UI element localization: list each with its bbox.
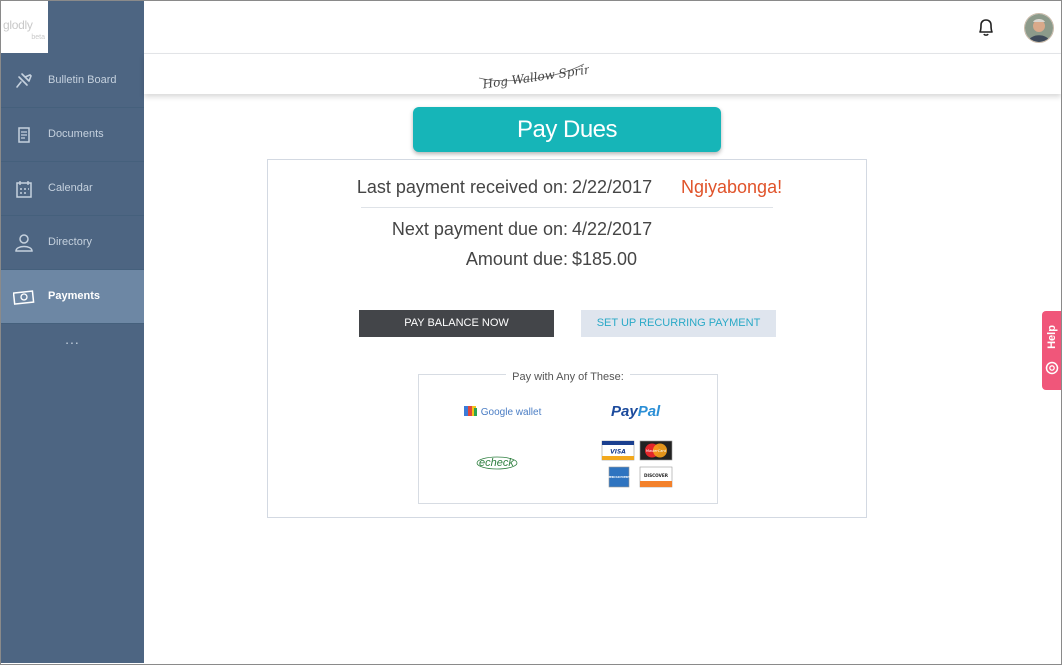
last-payment-date: 2/22/2017: [572, 177, 653, 197]
amount-due-label: Amount due:: [465, 249, 568, 269]
sidebar-item-label: Calendar: [48, 182, 93, 194]
svg-text:AMERICAN EXPRESS: AMERICAN EXPRESS: [606, 476, 632, 479]
amount-due-value: $185.00: [572, 249, 638, 269]
google-wallet-text: Google wallet: [480, 407, 542, 418]
svg-text:VISA: VISA: [610, 449, 626, 456]
last-payment-label: Last payment received on:: [356, 177, 568, 197]
paypal-logo: PayPal: [611, 403, 660, 420]
sidebar-item-directory[interactable]: Directory: [1, 216, 144, 270]
pay-dues-button[interactable]: Pay Dues: [413, 107, 721, 152]
echeck-logo: echeck: [476, 456, 518, 470]
payment-methods-title: Pay with Any of These:: [419, 367, 717, 385]
next-payment-date: 4/22/2017: [572, 219, 653, 239]
sidebar-item-label: Directory: [48, 236, 93, 248]
help-label: Help: [1045, 325, 1058, 349]
thanks-message: Ngiyabonga!: [681, 177, 783, 197]
sidebar-nav: Bulletin Board Documents Calendar Direct…: [1, 54, 144, 324]
help-lifebuoy-icon: [1045, 361, 1059, 375]
sidebar-item-calendar[interactable]: Calendar: [1, 162, 144, 216]
payment-summary-card: Last payment received on: 2/22/2017 Ngiy…: [267, 159, 867, 518]
credit-cards-logos: VISA MasterCard AMERICAN EXPRESS DISCOVE…: [601, 440, 673, 488]
community-brand-bar: Hog Wallow Springs: [144, 54, 1061, 94]
discover-card-icon: DISCOVER: [639, 466, 673, 488]
payment-methods-title-text: Pay with Any of These:: [506, 371, 630, 383]
app-logo[interactable]: glodly beta: [1, 1, 48, 53]
sidebar: glodly beta Bulletin Board Documents Cal…: [1, 1, 144, 663]
money-icon: [13, 290, 35, 305]
svg-text:MasterCard: MasterCard: [646, 449, 667, 453]
paypal-text-pay: Pay: [611, 403, 638, 420]
person-icon: [15, 234, 33, 252]
bell-icon[interactable]: [974, 15, 998, 39]
sidebar-item-documents[interactable]: Documents: [1, 108, 144, 162]
sidebar-item-label: Documents: [48, 128, 104, 140]
pushpin-icon: [16, 73, 32, 88]
community-logo: Hog Wallow Springs: [478, 60, 589, 91]
avatar[interactable]: [1024, 13, 1054, 43]
svg-text:DISCOVER: DISCOVER: [644, 473, 669, 478]
document-icon: [18, 127, 30, 143]
mastercard-icon: MasterCard: [639, 440, 673, 461]
visa-card-icon: VISA: [601, 440, 635, 461]
more-menu-button[interactable]: ...: [1, 331, 144, 347]
pay-balance-now-button[interactable]: PAY BALANCE NOW: [359, 310, 554, 337]
google-wallet-logo: Google wallet: [464, 405, 541, 418]
set-up-recurring-payment-button[interactable]: SET UP RECURRING PAYMENT: [581, 310, 776, 337]
divider: [361, 207, 773, 208]
paypal-text-pal: Pal: [637, 403, 661, 420]
sidebar-item-label: Bulletin Board: [48, 74, 117, 86]
app-logo-text: glodly: [3, 18, 33, 32]
google-wallet-icon: [464, 406, 477, 416]
next-payment-label: Next payment due on:: [391, 219, 568, 239]
user-avatar-icon: [1025, 14, 1053, 42]
echeck-swoosh-icon: [476, 456, 518, 470]
help-tab[interactable]: Help: [1042, 311, 1061, 390]
app-logo-sub: beta: [31, 34, 45, 41]
calendar-icon: [16, 181, 32, 198]
amex-card-icon: AMERICAN EXPRESS: [606, 466, 632, 488]
sidebar-item-bulletin-board[interactable]: Bulletin Board: [1, 54, 144, 108]
sidebar-item-payments[interactable]: Payments: [1, 270, 144, 324]
community-logo-text: Hog Wallow Springs: [481, 60, 589, 91]
payment-methods-box: Pay with Any of These: Google wallet Pay…: [418, 371, 718, 504]
top-bar: [144, 1, 1061, 54]
sidebar-item-label: Payments: [48, 290, 100, 302]
